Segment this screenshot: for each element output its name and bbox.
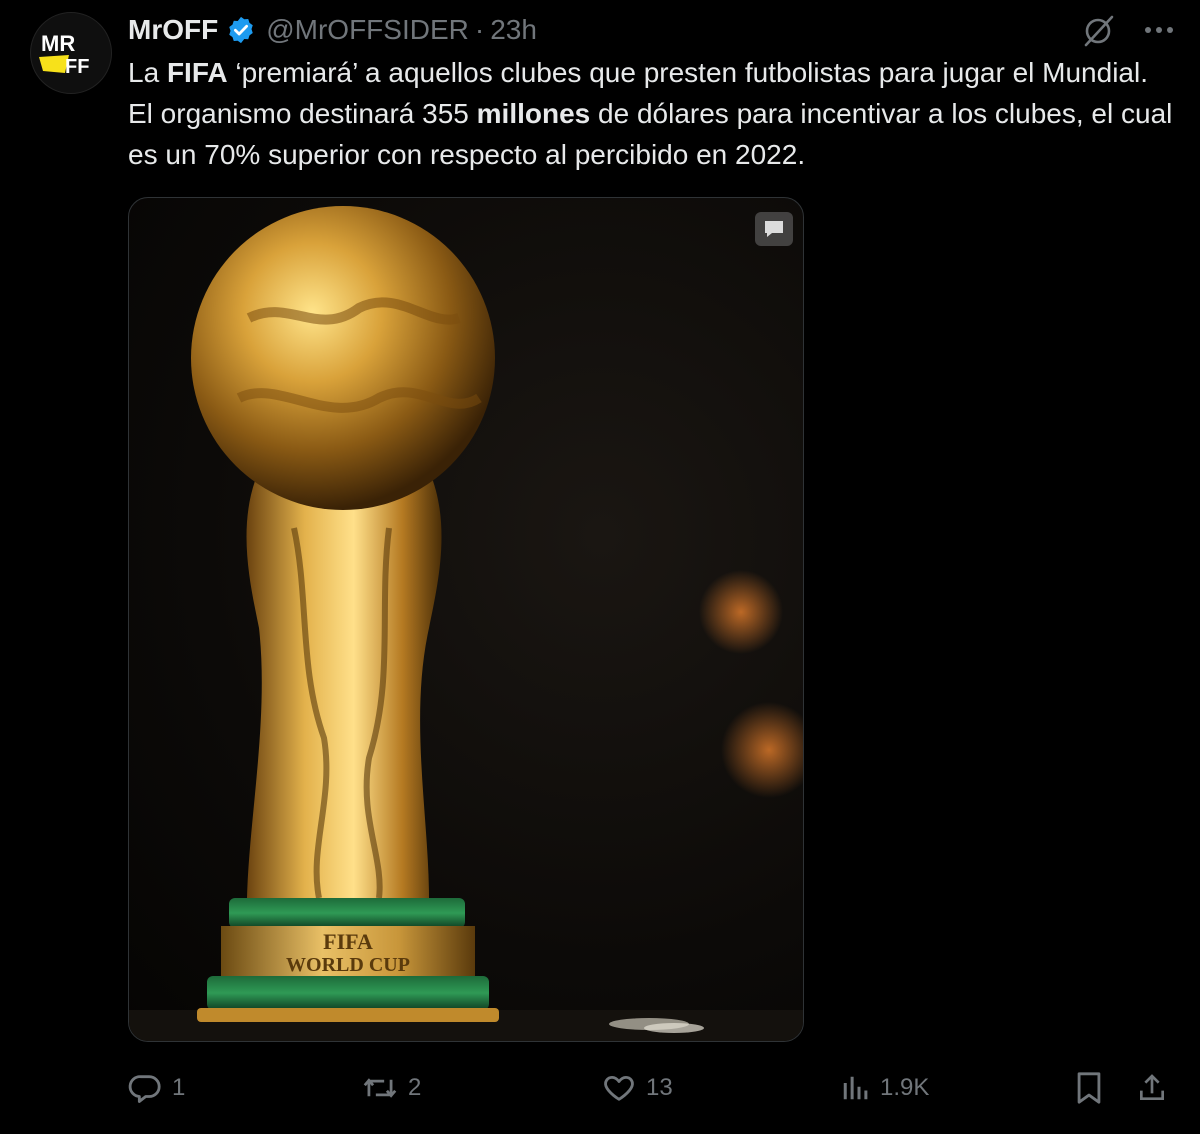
tweet-media-image[interactable]: FIFA WORLD CUP xyxy=(128,197,804,1042)
trophy-fifa-text: FIFA xyxy=(323,929,373,954)
world-cup-trophy-image: FIFA WORLD CUP xyxy=(129,206,803,1041)
bookmark-icon xyxy=(1077,1072,1101,1104)
like-button[interactable]: 13 xyxy=(602,1071,673,1105)
like-count: 13 xyxy=(646,1074,673,1101)
more-options-icon[interactable] xyxy=(1144,26,1174,34)
grok-icon[interactable] xyxy=(1082,13,1116,47)
svg-text:FF: FF xyxy=(65,56,89,78)
tweet-actions-bar: 1 2 13 1.9K xyxy=(128,1066,1172,1110)
tweet-header: MrOFF @MrOFFSIDER · 23h xyxy=(128,10,537,50)
repost-count: 2 xyxy=(408,1074,422,1101)
views-count: 1.9K xyxy=(880,1074,930,1101)
user-handle[interactable]: @MrOFFSIDER xyxy=(266,14,469,46)
timestamp[interactable]: 23h xyxy=(490,14,537,46)
separator-dot: · xyxy=(474,14,485,45)
tweet-text-part: La xyxy=(128,57,167,88)
tweet-text-bold: FIFA xyxy=(166,57,228,88)
trophy-world-cup-text: WORLD CUP xyxy=(286,954,410,976)
svg-text:MR: MR xyxy=(41,31,75,56)
verified-badge-icon xyxy=(226,15,256,45)
reply-icon xyxy=(128,1075,161,1103)
avatar[interactable]: MR FF xyxy=(30,12,112,94)
share-icon xyxy=(1140,1074,1164,1100)
views-button[interactable]: 1.9K xyxy=(840,1073,929,1103)
repost-button[interactable]: 2 xyxy=(362,1071,421,1105)
tweet-text: La FIFA ‘premiará’ a aquellos clubes que… xyxy=(128,52,1178,175)
display-name[interactable]: MrOFF xyxy=(128,14,218,46)
reply-button[interactable]: 1 xyxy=(128,1071,185,1105)
views-chart-icon xyxy=(843,1076,868,1100)
alt-text-icon[interactable] xyxy=(755,212,793,246)
tweet-text-bold: millones xyxy=(476,98,591,129)
heart-icon xyxy=(604,1075,634,1101)
bookmark-button[interactable] xyxy=(1074,1071,1104,1105)
tweet[interactable]: MR FF MrOFF @MrOFFSIDER · 23h La FIFA ‘p… xyxy=(0,0,1200,1134)
mroff-logo: MR FF xyxy=(39,31,89,78)
share-button[interactable] xyxy=(1136,1071,1168,1105)
repost-icon xyxy=(363,1078,397,1098)
reply-count: 1 xyxy=(172,1074,186,1101)
tweet-top-actions xyxy=(1082,10,1174,50)
